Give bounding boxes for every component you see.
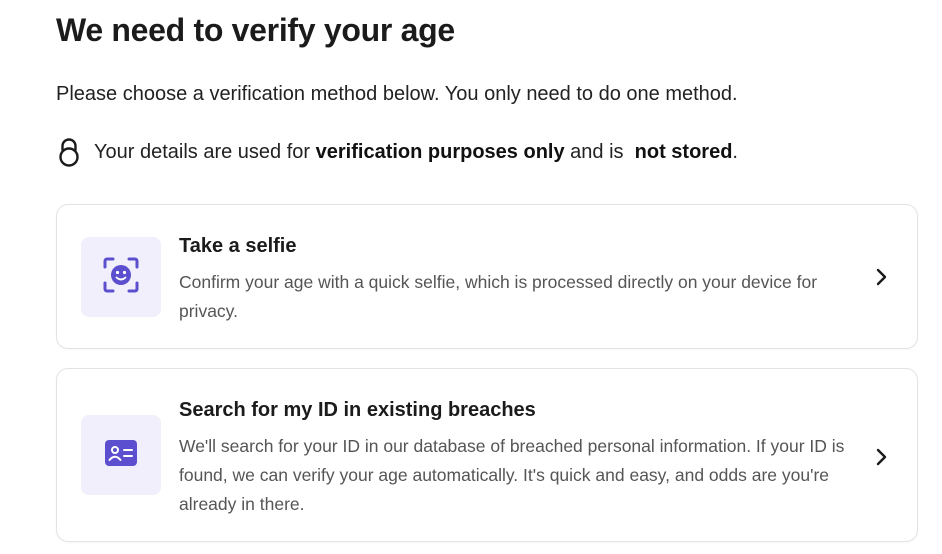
- page-title: We need to verify your age: [56, 12, 455, 48]
- privacy-text-bold-not-stored: not stored: [634, 140, 733, 163]
- selfie-method-title: Take a selfie: [179, 235, 297, 257]
- selfie-method-description: Confirm your age with a quick selfie, wh…: [179, 272, 818, 321]
- intro-text: Please choose a verification method belo…: [56, 83, 738, 105]
- chevron-right-icon: [875, 447, 889, 467]
- face-scan-icon: [101, 255, 141, 300]
- id-card-icon: [103, 437, 139, 474]
- privacy-note: Your details are used for verification p…: [56, 136, 738, 168]
- lock-icon: [56, 136, 82, 168]
- selfie-method-card[interactable]: Take a selfie Confirm your age with a qu…: [56, 204, 918, 349]
- privacy-text-bold-verification: verification purposes only: [315, 140, 565, 163]
- chevron-right-icon: [875, 267, 889, 287]
- privacy-text-middle: and is: [564, 140, 630, 163]
- selfie-icon-tile: [81, 237, 161, 317]
- id-breach-method-title: Search for my ID in existing breaches: [179, 399, 536, 421]
- id-icon-tile: [81, 415, 161, 495]
- privacy-text-prefix: Your details are used for: [94, 140, 311, 163]
- id-breach-method-card[interactable]: Search for my ID in existing breaches We…: [56, 368, 918, 542]
- id-breach-method-description: We'll search for your ID in our database…: [179, 436, 845, 514]
- privacy-text-suffix: .: [732, 140, 738, 163]
